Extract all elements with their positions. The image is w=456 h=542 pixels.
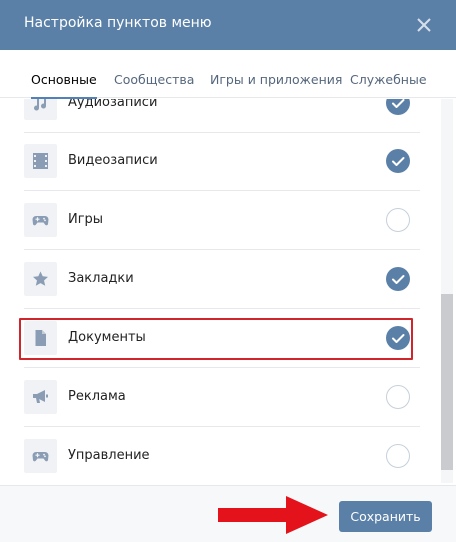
highlight-annotation bbox=[19, 318, 413, 360]
gamepad-icon bbox=[32, 216, 49, 226]
dialog-header: Настройка пунктов меню bbox=[0, 0, 456, 50]
checkbox-unchecked[interactable] bbox=[386, 208, 410, 232]
list-item-label: Аудиозаписи bbox=[68, 99, 158, 110]
arrow-icon bbox=[218, 496, 328, 534]
star-icon bbox=[33, 271, 48, 286]
tab-bar: Основные Сообщества Игры и приложения Сл… bbox=[0, 50, 456, 99]
gamepad-icon bbox=[32, 452, 49, 462]
save-button[interactable]: Сохранить bbox=[339, 501, 432, 532]
tab-service[interactable]: Служебные bbox=[350, 50, 427, 98]
checkbox-checked[interactable] bbox=[386, 149, 410, 173]
checkbox-unchecked[interactable] bbox=[386, 444, 410, 468]
list-item[interactable]: Видеозаписи bbox=[0, 132, 440, 191]
scrollbar-thumb[interactable] bbox=[441, 294, 453, 470]
music-note-icon bbox=[34, 99, 47, 111]
megaphone-icon bbox=[33, 390, 48, 403]
close-icon[interactable] bbox=[413, 14, 435, 36]
tab-main[interactable]: Основные bbox=[31, 50, 97, 99]
checkbox-checked[interactable] bbox=[386, 267, 410, 291]
list-item-label: Управление bbox=[68, 448, 150, 463]
list-item-label: Видеозаписи bbox=[68, 153, 158, 168]
film-icon bbox=[33, 153, 48, 169]
checkbox-unchecked[interactable] bbox=[386, 385, 410, 409]
list-item[interactable]: Аудиозаписи bbox=[0, 99, 440, 133]
list-item[interactable]: Игры bbox=[0, 191, 440, 250]
tab-communities[interactable]: Сообщества bbox=[114, 50, 194, 98]
list-item[interactable]: Реклама bbox=[0, 368, 440, 427]
checkmark-icon bbox=[392, 157, 405, 166]
list-item[interactable]: Управление bbox=[0, 427, 440, 483]
list-item-label: Закладки bbox=[68, 271, 134, 286]
list-item-label: Игры bbox=[68, 212, 104, 227]
dialog-title: Настройка пунктов меню bbox=[24, 15, 212, 31]
tab-games-apps[interactable]: Игры и приложения bbox=[210, 50, 342, 98]
checkmark-icon bbox=[392, 99, 405, 108]
checkmark-icon bbox=[392, 275, 405, 284]
list-item-label: Реклама bbox=[68, 389, 126, 404]
menu-items-list: Аудиозаписи Видеозаписи Игры Закладки До… bbox=[0, 99, 440, 483]
checkbox-checked[interactable] bbox=[386, 99, 410, 115]
list-item[interactable]: Закладки bbox=[0, 250, 440, 309]
